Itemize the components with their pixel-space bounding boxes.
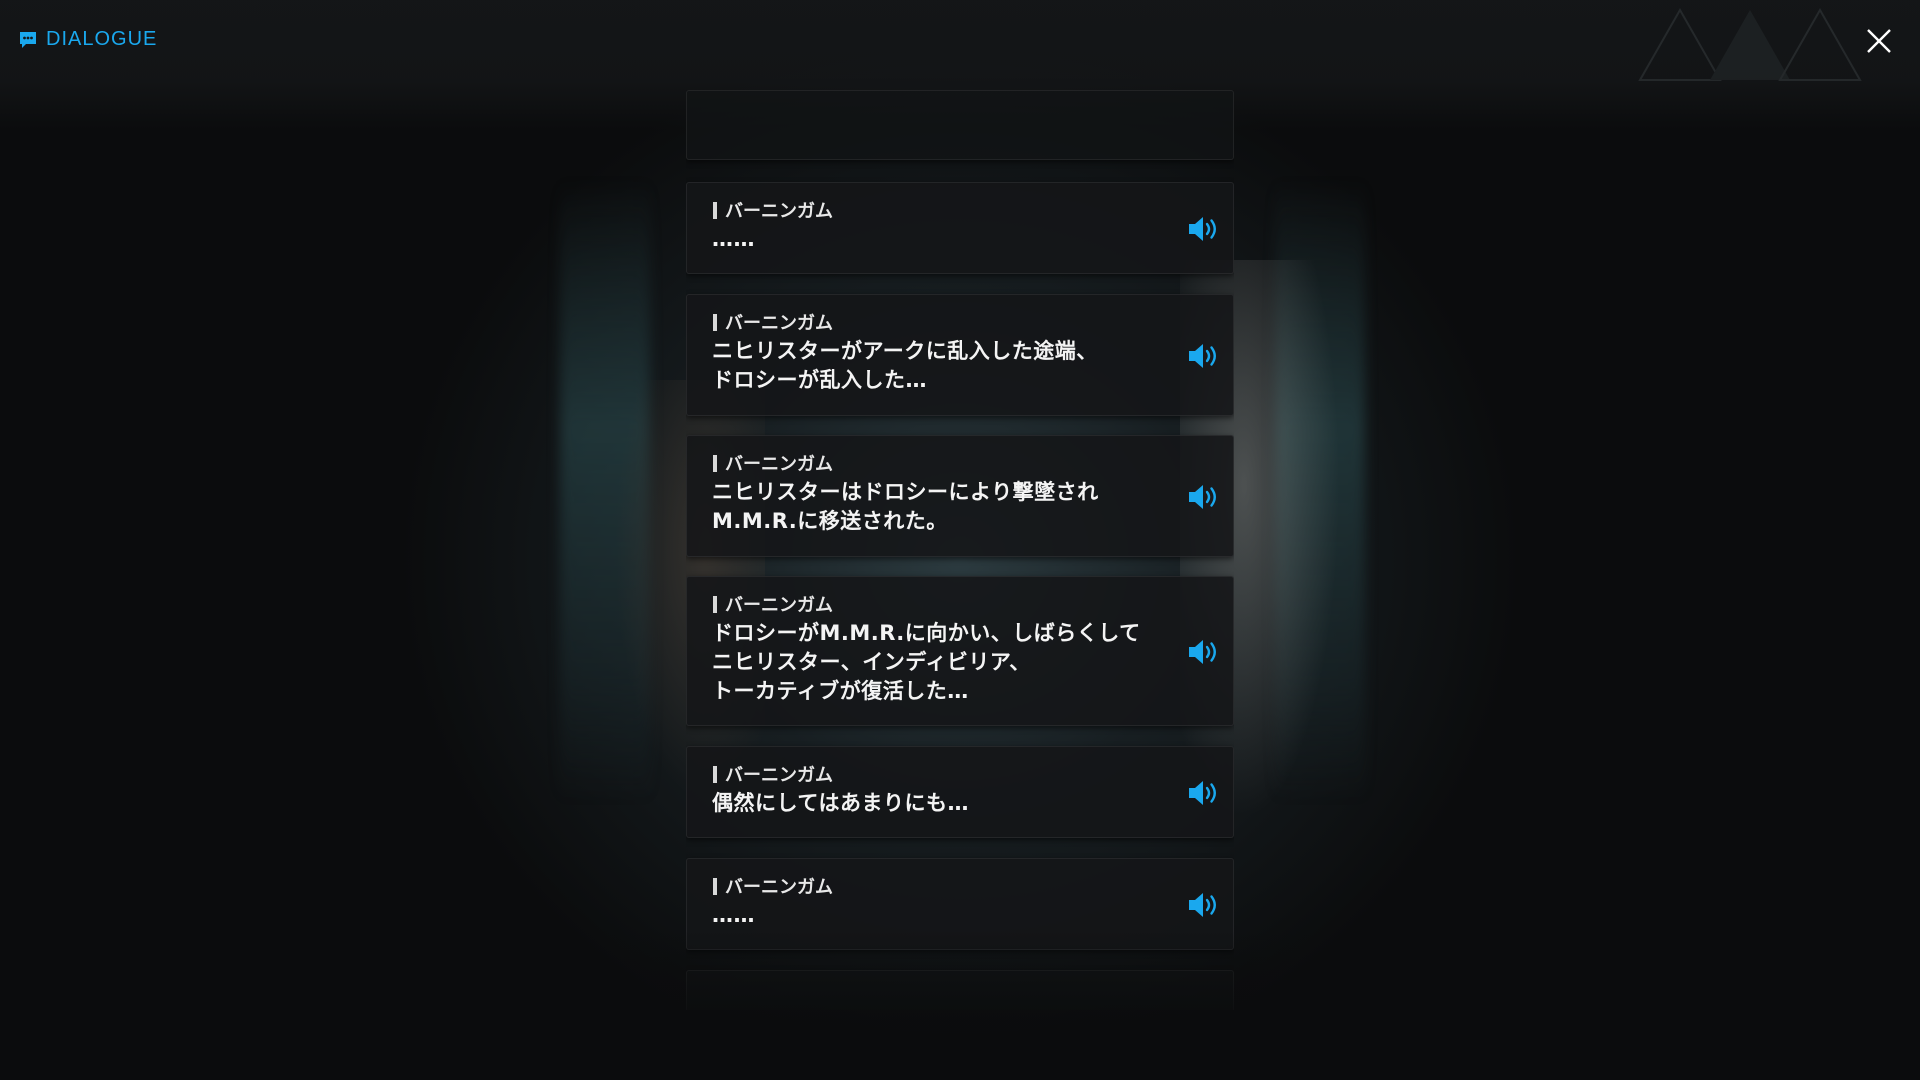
speaker-label: バーニンガム	[725, 201, 833, 222]
dialogue-entry-previous	[686, 90, 1234, 160]
speaker-name: バーニンガム	[713, 450, 833, 476]
dialogue-log-list[interactable]: バーニンガム …… バーニンガム ニヒリスターがアークに乱入した途端、 ドロシー…	[686, 90, 1234, 1010]
speaker-marker	[713, 765, 717, 783]
voice-play-button[interactable]	[1187, 637, 1223, 667]
speaker-volume-icon	[1189, 781, 1216, 805]
close-button[interactable]	[1862, 24, 1896, 58]
voice-play-button[interactable]	[1187, 778, 1223, 808]
speaker-volume-icon	[1189, 893, 1216, 917]
dialogue-header: DIALOGUE	[18, 28, 157, 51]
close-icon	[1867, 29, 1891, 53]
speaker-name: バーニンガム	[713, 761, 833, 787]
chat-bubble-icon	[18, 30, 38, 50]
speaker-marker	[713, 454, 717, 472]
speaker-name: バーニンガム	[713, 873, 833, 899]
voice-play-button[interactable]	[1187, 214, 1223, 244]
speaker-name: バーニンガム	[713, 309, 833, 335]
dialogue-text: ニヒリスターがアークに乱入した途端、 ドロシーが乱入した…	[712, 339, 1098, 392]
dialogue-entry: バーニンガム ドロシーがM.M.R.に向かい、しばらくして ニヒリスター、インデ…	[686, 576, 1234, 726]
speaker-marker	[713, 877, 717, 895]
speaker-marker	[713, 313, 717, 331]
voice-play-button[interactable]	[1187, 482, 1223, 512]
dialogue-entry: バーニンガム ……	[686, 182, 1234, 274]
speaker-volume-icon	[1189, 344, 1216, 368]
speaker-volume-icon	[1189, 217, 1216, 241]
voice-play-button[interactable]	[1187, 341, 1223, 371]
speaker-label: バーニンガム	[725, 765, 833, 786]
dialogue-text: ……	[712, 903, 755, 927]
page-title: DIALOGUE	[46, 28, 158, 50]
header-decoration	[1638, 7, 1862, 81]
dialogue-entry: バーニンガム ニヒリスターがアークに乱入した途端、 ドロシーが乱入した…	[686, 294, 1234, 416]
speaker-label: バーニンガム	[725, 454, 833, 475]
speaker-label: バーニンガム	[725, 595, 833, 616]
speaker-marker	[713, 595, 717, 613]
speaker-label: バーニンガム	[725, 313, 833, 334]
speaker-volume-icon	[1189, 640, 1216, 664]
dialogue-entry: バーニンガム 偶然にしてはあまりにも…	[686, 746, 1234, 838]
speaker-name: バーニンガム	[713, 197, 833, 223]
bottom-fade-overlay	[0, 930, 1920, 1080]
dialogue-text: 偶然にしてはあまりにも…	[712, 791, 969, 815]
speaker-volume-icon	[1189, 485, 1216, 509]
speaker-marker	[713, 201, 717, 219]
dialogue-text: ドロシーがM.M.R.に向かい、しばらくして ニヒリスター、インディビリア、 ト…	[712, 621, 1141, 703]
dialogue-text: ……	[712, 227, 755, 251]
voice-play-button[interactable]	[1187, 890, 1223, 920]
dialogue-text: ニヒリスターはドロシーにより撃墜され M.M.R.に移送された。	[712, 480, 1099, 533]
dialogue-entry: バーニンガム ニヒリスターはドロシーにより撃墜され M.M.R.に移送された。	[686, 435, 1234, 557]
speaker-label: バーニンガム	[725, 877, 833, 898]
speaker-name: バーニンガム	[713, 591, 833, 617]
